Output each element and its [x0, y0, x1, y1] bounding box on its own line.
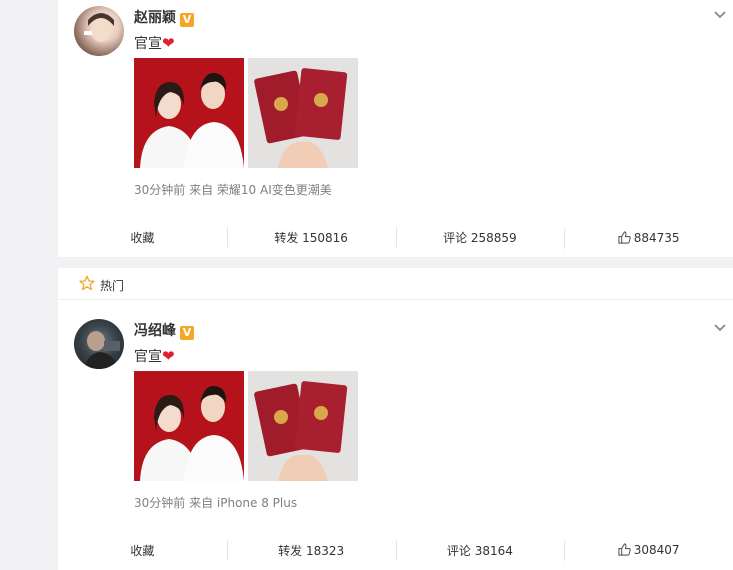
comment-button[interactable]: 评论 38164 — [395, 539, 565, 560]
like-count: 884735 — [633, 230, 680, 245]
repost-button[interactable]: 转发 150816 — [226, 227, 396, 247]
like-button[interactable]: 884735 — [564, 228, 733, 249]
star-outline-icon — [79, 275, 95, 291]
post-card: 赵丽颖 V 官宣❤ 30分钟前 来自 荣耀10 AI变色更潮美 — [58, 0, 733, 218]
hot-label: 热门 — [100, 279, 125, 293]
username-text[interactable]: 冯绍峰 — [134, 323, 176, 339]
like-button[interactable]: 308407 — [564, 541, 733, 561]
photo-marriage-certificates[interactable] — [248, 371, 358, 481]
avatar[interactable] — [74, 319, 124, 369]
username[interactable]: 冯绍峰 V — [134, 320, 194, 340]
hot-section-header: 热门 — [58, 268, 733, 300]
chevron-down-icon[interactable] — [713, 321, 727, 335]
like-count: 308407 — [633, 543, 680, 557]
post-text: 官宣❤ — [134, 33, 175, 53]
heart-emoji-icon: ❤ — [162, 347, 175, 365]
photo-certificates-image — [248, 58, 358, 168]
thumbs-up-icon — [618, 543, 631, 556]
chevron-down-icon[interactable] — [713, 8, 727, 22]
comment-button[interactable]: 评论 258859 — [395, 227, 565, 247]
photo-couple[interactable] — [134, 58, 244, 168]
verified-badge-icon: V — [180, 13, 194, 27]
thumbs-up-icon — [618, 230, 631, 244]
avatar[interactable] — [74, 6, 124, 56]
photo-certificates-image — [248, 371, 358, 481]
photo-couple-image — [134, 371, 244, 481]
favorite-button[interactable]: 收藏 — [58, 229, 227, 246]
photo-marriage-certificates[interactable] — [248, 58, 358, 168]
repost-button[interactable]: 转发 18323 — [226, 539, 396, 560]
post-text-content: 官宣 — [134, 36, 162, 52]
username-text[interactable]: 赵丽颖 — [134, 10, 176, 26]
photo-couple-image — [134, 58, 244, 168]
post-text: 官宣❤ — [134, 346, 175, 366]
post-meta: 30分钟前 来自 荣耀10 AI变色更潮美 — [134, 183, 332, 197]
post-card: 冯绍峰 V 官宣❤ 30分钟前 来自 iPhone 8 Plus — [58, 300, 733, 530]
post-actions: 收藏 转发 150816 评论 258859 884735 — [58, 218, 733, 257]
username[interactable]: 赵丽颖 V — [134, 7, 194, 27]
avatar-image — [84, 13, 114, 42]
heart-emoji-icon: ❤ — [162, 34, 175, 52]
post-meta: 30分钟前 来自 iPhone 8 Plus — [134, 496, 298, 510]
favorite-button[interactable]: 收藏 — [58, 542, 227, 559]
photo-couple[interactable] — [134, 371, 244, 481]
verified-badge-icon: V — [180, 326, 194, 340]
post-text-content: 官宣 — [134, 349, 162, 365]
avatar-image — [84, 331, 120, 369]
post-actions: 收藏 转发 18323 评论 38164 308407 — [58, 530, 733, 570]
